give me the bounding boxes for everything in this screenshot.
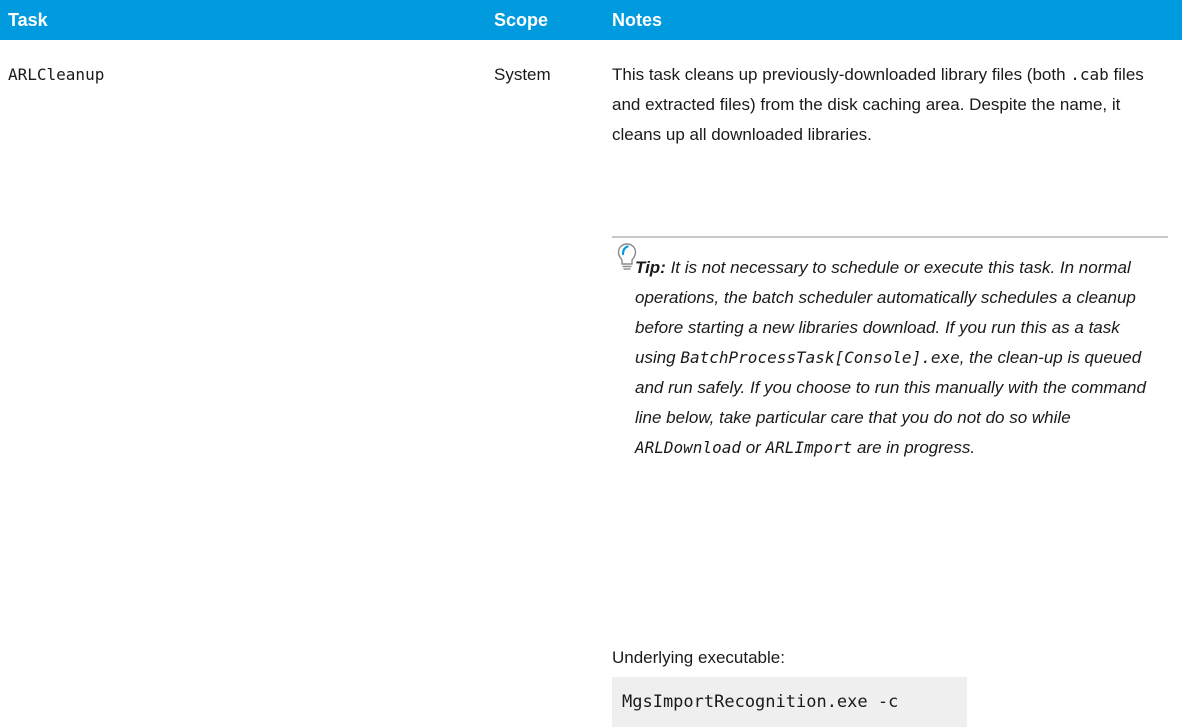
command-code-block: MgsImportRecognition.exe -c bbox=[612, 677, 967, 727]
tip-text: Tip: It is not necessary to schedule or … bbox=[635, 253, 1165, 463]
notes-description: This task cleans up previously-downloade… bbox=[612, 60, 1162, 150]
tip-callout: Tip: It is not necessary to schedule or … bbox=[612, 236, 1168, 457]
header-task: Task bbox=[8, 10, 48, 30]
notes-code-cab: .cab bbox=[1070, 65, 1109, 84]
tip-text-4: are in progress. bbox=[852, 438, 976, 457]
tip-label: Tip: bbox=[635, 258, 666, 277]
tip-text-3: or bbox=[740, 438, 766, 457]
underlying-executable-label: Underlying executable: bbox=[612, 648, 785, 667]
table-header-row: Task Scope Notes bbox=[0, 0, 1182, 40]
task-name: ARLCleanup bbox=[8, 65, 105, 84]
header-notes: Notes bbox=[612, 10, 663, 30]
header-scope: Scope bbox=[494, 10, 549, 30]
tip-code-batchprocess: BatchProcessTask[Console].exe bbox=[680, 348, 960, 367]
lightbulb-icon bbox=[617, 242, 637, 272]
task-scope: System bbox=[494, 65, 551, 84]
tip-code-arldownload: ARLDownload bbox=[635, 438, 741, 457]
task-notes: This task cleans up previously-downloade… bbox=[612, 60, 1168, 727]
tip-code-arlimport: ARLImport bbox=[765, 438, 853, 457]
notes-text-1: This task cleans up previously-downloade… bbox=[612, 65, 1071, 84]
